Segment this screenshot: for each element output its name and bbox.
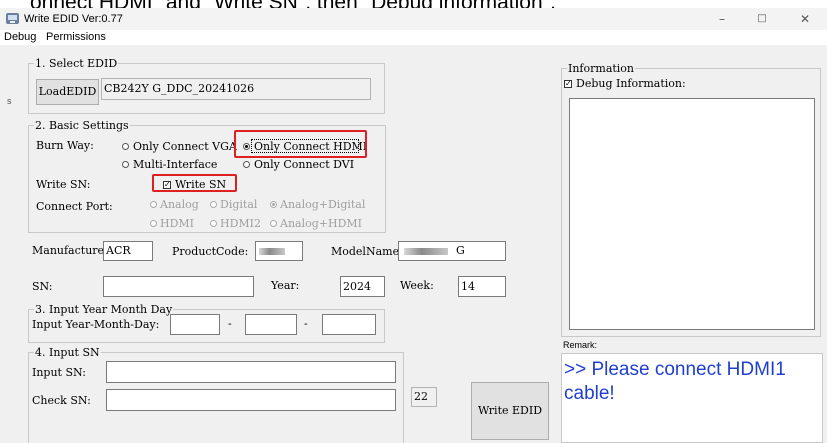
basic-settings-legend: 2. Basic Settings: [35, 119, 129, 132]
check-sn-field[interactable]: [106, 389, 396, 411]
radio-port-hdmi2[interactable]: [210, 220, 217, 227]
input-sn-label: Input SN:: [32, 366, 86, 379]
check-sn-label: Check SN:: [32, 394, 91, 407]
sn-length-field: 22: [411, 387, 437, 407]
input-year-field[interactable]: [170, 314, 220, 335]
year-label: Year:: [271, 279, 300, 292]
radio-only-dvi[interactable]: [243, 161, 250, 168]
radio-multi-interface-label: Multi-Interface: [133, 158, 218, 171]
side-glyph: s: [7, 96, 12, 106]
app-icon: [6, 13, 19, 24]
menu-debug[interactable]: Debug: [4, 31, 36, 43]
load-edid-button[interactable]: LoadEDID: [36, 79, 99, 105]
minimize-button[interactable]: –: [707, 9, 737, 29]
debug-info-label: Debug Information:: [576, 77, 686, 90]
write-sn-label: Write SN:: [36, 178, 91, 191]
input-sn-field[interactable]: [106, 361, 396, 383]
close-button[interactable]: ✕: [790, 9, 820, 29]
radio-port-analog-digital[interactable]: [270, 201, 277, 208]
week-label: Week:: [400, 279, 434, 292]
information-log-area[interactable]: [569, 98, 815, 330]
modelname-field[interactable]: G: [398, 241, 506, 261]
input-sn-legend: 4. Input SN: [35, 346, 100, 359]
radio-port-analog-digital-label: Analog+Digital: [280, 198, 366, 211]
productcode-blurred-value: [259, 248, 285, 255]
menu-permissions[interactable]: Permissions: [46, 31, 106, 43]
radio-port-hdmi-label: HDMI: [160, 217, 195, 230]
maximize-button[interactable]: □: [747, 9, 777, 29]
edid-file-field[interactable]: CB242Y G_DDC_20241026: [101, 78, 371, 100]
information-legend: Information: [568, 62, 635, 75]
select-edid-legend: 1. Select EDID: [35, 57, 118, 70]
radio-port-analog-hdmi-label: Analog+HDMI: [280, 217, 363, 230]
radio-port-analog-label: Analog: [160, 198, 199, 211]
title-bar: [0, 8, 827, 30]
remark-message: >> Please connect HDMI1 cable!: [564, 359, 786, 404]
debug-info-checkbox[interactable]: ✓: [564, 80, 572, 88]
productcode-label: ProductCode:: [172, 245, 249, 258]
radio-port-analog[interactable]: [150, 201, 157, 208]
modelname-blurred-value: [404, 248, 448, 255]
write-edid-button[interactable]: Write EDID: [471, 382, 549, 440]
highlight-only-hdmi: [234, 130, 367, 158]
remark-label: Remark:: [563, 340, 598, 350]
radio-only-vga-label: Only Connect VGA: [133, 140, 237, 153]
menu-bar: Debug Permissions: [0, 30, 827, 45]
manufacture-label: Manufacture: [32, 244, 105, 257]
modelname-label: ModelName:: [331, 245, 403, 258]
input-day-field[interactable]: [322, 314, 376, 335]
radio-port-hdmi2-label: HDMI2: [220, 217, 262, 230]
input-month-field[interactable]: [245, 314, 297, 335]
radio-port-digital-label: Digital: [220, 198, 258, 211]
window-title: Write EDID Ver:0.77: [24, 13, 123, 25]
radio-only-vga[interactable]: [122, 143, 129, 150]
radio-multi-interface[interactable]: [122, 161, 129, 168]
productcode-field[interactable]: [255, 241, 303, 261]
radio-port-digital[interactable]: [210, 201, 217, 208]
sn-field[interactable]: [103, 276, 254, 297]
year-month-day-label: Input Year-Month-Day:: [32, 318, 160, 331]
remark-area: >> Please connect HDMI1 cable!: [561, 353, 823, 443]
manufacture-field[interactable]: ACR: [103, 241, 153, 261]
radio-port-analog-hdmi[interactable]: [270, 220, 277, 227]
sn-label: SN:: [32, 280, 53, 293]
radio-only-dvi-label: Only Connect DVI: [254, 158, 355, 171]
radio-port-hdmi[interactable]: [150, 220, 157, 227]
highlight-write-sn: [152, 174, 237, 192]
modelname-suffix: G: [456, 244, 465, 257]
date-separator-1: -: [228, 317, 232, 330]
burn-way-label: Burn Way:: [36, 139, 94, 152]
year-field[interactable]: 2024: [340, 276, 385, 297]
week-field[interactable]: 14: [458, 276, 506, 297]
year-month-day-legend: 3. Input Year Month Day: [35, 303, 173, 316]
connect-port-label: Connect Port:: [36, 200, 113, 213]
date-separator-2: -: [304, 317, 308, 330]
